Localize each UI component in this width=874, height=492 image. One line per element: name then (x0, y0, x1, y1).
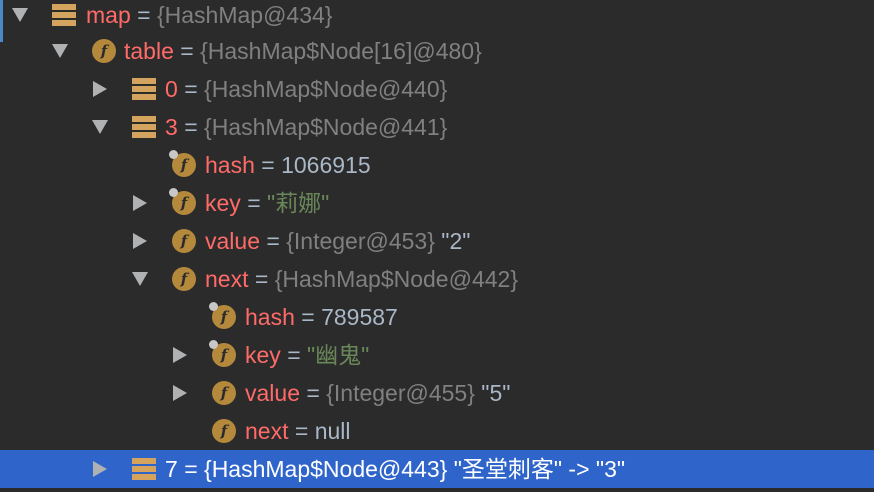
variable-value: {HashMap$Node@443} (204, 456, 448, 482)
field-f-icon: f (92, 39, 116, 63)
tree-row-hash[interactable]: f hash = 789587 (0, 298, 874, 336)
variable-name: 3 (165, 114, 178, 140)
variable-name: value (245, 380, 300, 406)
equals-sign: = (184, 456, 198, 482)
tree-row-key[interactable]: f key = "幽鬼" (0, 336, 874, 374)
tree-row-index-0[interactable]: 0 = {HashMap$Node@440} (0, 70, 874, 108)
chevron-down-icon[interactable] (90, 108, 110, 146)
equals-sign: = (184, 76, 198, 102)
variable-value: {Integer@453} (286, 228, 435, 254)
tree-row-next[interactable]: f next = null (0, 412, 874, 450)
variable-value: {HashMap$Node[16]@480} (200, 38, 482, 64)
variable-name: next (245, 418, 289, 444)
equals-sign: = (247, 190, 261, 216)
tree-row-index-7[interactable]: 7 = {HashMap$Node@443} "圣堂刺客" -> "3" (0, 450, 874, 488)
array-stack-icon (52, 3, 76, 27)
variable-value: null (314, 418, 351, 444)
variable-value: "幽鬼" (307, 342, 370, 368)
variable-value: {HashMap$Node@440} (204, 76, 448, 102)
chevron-right-icon[interactable] (90, 450, 110, 488)
chevron-right-icon[interactable] (170, 336, 190, 374)
tree-row-map[interactable]: map = {HashMap@434} (0, 0, 874, 34)
value-string: "圣堂刺客" -> "3" (453, 456, 626, 482)
variable-name: hash (205, 152, 255, 178)
value-string: "2" (441, 228, 471, 254)
variable-value: 789587 (321, 304, 398, 330)
array-stack-icon (132, 77, 156, 101)
equals-sign: = (261, 152, 275, 178)
equals-sign: = (294, 418, 309, 444)
variable-value: {HashMap$Node@441} (204, 114, 448, 140)
value-string: "5" (481, 380, 511, 406)
variable-value: {Integer@455} (326, 380, 475, 406)
equals-sign: = (266, 228, 280, 254)
equals-sign: = (180, 38, 194, 64)
array-stack-icon (132, 115, 156, 139)
variable-value: {HashMap@434} (156, 2, 333, 28)
field-f-icon: f (209, 302, 236, 329)
field-f-icon: f (169, 188, 196, 215)
equals-sign: = (184, 114, 198, 140)
tree-row-next[interactable]: f next = {HashMap$Node@442} (0, 260, 874, 298)
array-stack-icon (132, 457, 156, 481)
tree-row-table[interactable]: f table = {HashMap$Node[16]@480} (0, 32, 874, 70)
field-f-icon: f (172, 267, 196, 291)
chevron-down-icon[interactable] (10, 0, 30, 34)
variable-name: key (205, 190, 241, 216)
field-f-icon: f (212, 419, 236, 443)
tree-row-key[interactable]: f key = "莉娜" (0, 184, 874, 222)
chevron-right-icon[interactable] (170, 374, 190, 412)
field-f-icon: f (212, 381, 236, 405)
chevron-down-icon[interactable] (50, 32, 70, 70)
equals-sign: = (306, 380, 320, 406)
variable-value: 1066915 (281, 152, 371, 178)
field-f-icon: f (169, 150, 196, 177)
variable-value: "莉娜" (267, 190, 330, 216)
chevron-right-icon[interactable] (130, 222, 150, 260)
equals-sign: = (287, 342, 301, 368)
tree-row-value[interactable]: f value = {Integer@455} "5" (0, 374, 874, 412)
variable-name: value (205, 228, 260, 254)
variable-name: 7 (165, 456, 178, 482)
variable-name: table (124, 38, 174, 64)
tree-row-index-3[interactable]: 3 = {HashMap$Node@441} (0, 108, 874, 146)
variable-name: key (245, 342, 281, 368)
variable-name: next (205, 266, 249, 292)
field-f-icon: f (172, 229, 196, 253)
equals-sign: = (137, 2, 151, 28)
variable-name: hash (245, 304, 295, 330)
variable-name: map (86, 2, 131, 28)
variable-value: {HashMap$Node@442} (274, 266, 518, 292)
chevron-right-icon[interactable] (130, 184, 150, 222)
chevron-down-icon[interactable] (130, 260, 150, 298)
field-f-icon: f (209, 340, 236, 367)
tree-row-value[interactable]: f value = {Integer@453} "2" (0, 222, 874, 260)
tree-row-hash[interactable]: f hash = 1066915 (0, 146, 874, 184)
equals-sign: = (254, 266, 269, 292)
variable-name: 0 (165, 76, 178, 102)
debugger-variables-tree: map = {HashMap@434} f table = {HashMap$N… (0, 0, 874, 492)
chevron-right-icon[interactable] (90, 70, 110, 108)
equals-sign: = (301, 304, 315, 330)
